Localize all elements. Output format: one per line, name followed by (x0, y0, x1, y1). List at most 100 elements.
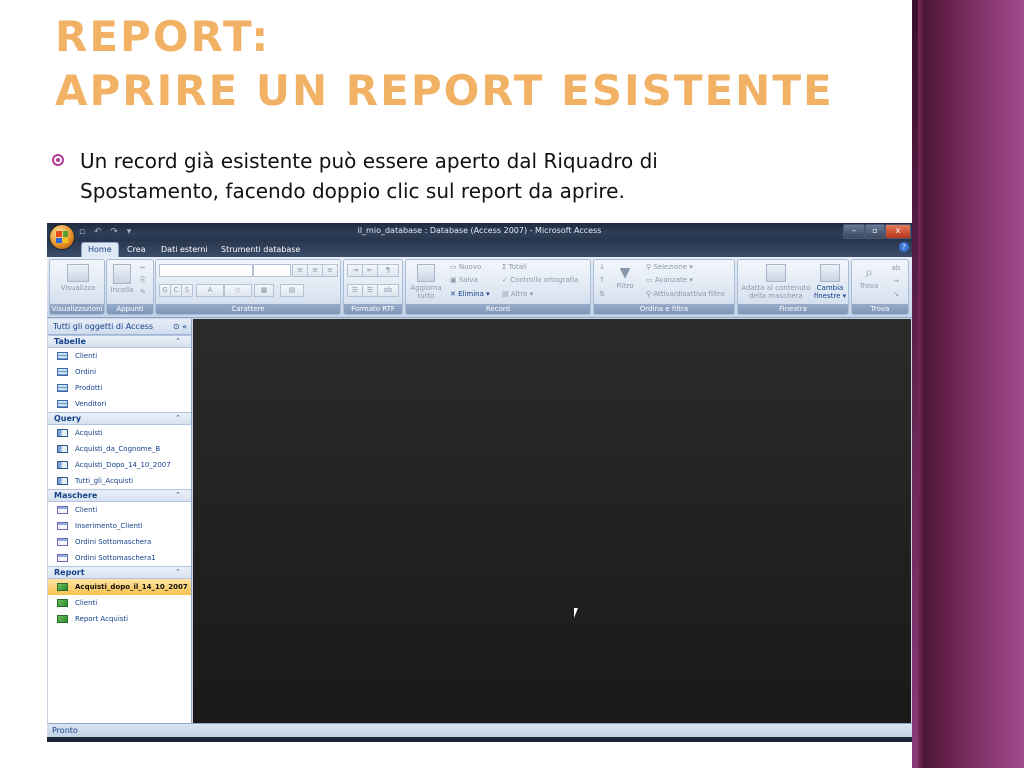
select-icon[interactable]: ↘ (888, 290, 904, 298)
controllo-ortografia-button[interactable]: ✓ Controllo ortografia (502, 276, 578, 284)
bullet-text: Un record già esistente può essere apert… (80, 146, 792, 206)
incolla-label: Incolla (110, 286, 134, 294)
nav-category-tabelle[interactable]: Tabelle ⌃ (48, 335, 191, 348)
document-workspace (193, 319, 911, 723)
align-center-icon[interactable]: ≡ (307, 264, 323, 277)
selezione-button[interactable]: ⚲ Selezione ▾ (646, 263, 693, 271)
tab-crea[interactable]: Crea (121, 243, 152, 257)
nav-item-query[interactable]: Tutti_gli_Acquisti (48, 473, 191, 489)
bullet-list-icon[interactable]: ☰ (362, 284, 378, 297)
align-right-icon[interactable]: ≡ (322, 264, 338, 277)
format-painter-icon[interactable]: ✎ (137, 288, 149, 296)
font-size-select[interactable] (253, 264, 291, 277)
quick-access-toolbar[interactable]: ▫ ↶ ↷ ▾ (79, 227, 134, 237)
incolla-button[interactable]: Incolla (109, 264, 135, 294)
collapse-chevron-icon: ⌃ (175, 568, 181, 576)
maximize-button[interactable]: ▫ (865, 224, 885, 239)
nav-item-query[interactable]: Acquisti_Dopo_14_10_2007 (48, 457, 191, 473)
highlight-icon[interactable]: ab (377, 284, 399, 297)
nav-item-table[interactable]: Clienti (48, 348, 191, 364)
nav-item-query[interactable]: Acquisti_da_Cognome_B (48, 441, 191, 457)
nav-item-label: Acquisti_dopo_il_14_10_2007 (75, 583, 188, 591)
sort-ascending-icon[interactable]: ↓ (597, 263, 607, 271)
underline-icon[interactable]: S (181, 284, 193, 297)
finestre-label: finestre (813, 292, 841, 300)
form-icon (57, 506, 68, 514)
cambia-finestre-button[interactable]: Cambia finestre ▾ (812, 264, 848, 300)
nav-pane-header[interactable]: Tutti gli oggetti di Access ⊙ « (48, 319, 191, 335)
nav-item-report[interactable]: Report Acquisti (48, 611, 191, 627)
replace-icon[interactable]: ab (888, 264, 904, 272)
nuovo-button[interactable]: ▭ Nuovo (450, 263, 481, 271)
query-icon (57, 477, 68, 485)
font-name-select[interactable] (159, 264, 253, 277)
nav-item-label: Clienti (75, 352, 98, 360)
office-button[interactable] (50, 225, 74, 249)
tab-home[interactable]: Home (81, 242, 119, 257)
cut-icon[interactable]: ✂ (137, 264, 149, 272)
clear-sort-icon[interactable]: ⇅ (597, 290, 607, 298)
nav-item-report[interactable]: Clienti (48, 595, 191, 611)
report-icon (57, 583, 68, 591)
nav-item-form[interactable]: Ordini Sottomaschera1 (48, 550, 191, 566)
category-label: Query (54, 414, 82, 423)
trova-button[interactable]: ⌕ Trova (854, 264, 884, 290)
della-maschera-label: della maschera (749, 292, 803, 300)
nav-pane-buttons: ⊙ « (173, 319, 187, 334)
nav-item-label: Inserimento_Clienti (75, 522, 143, 530)
visualizza-button[interactable]: Visualizza (58, 264, 98, 292)
nav-category-maschere[interactable]: Maschere ⌃ (48, 489, 191, 502)
indent-icon[interactable]: ⇥ (347, 264, 363, 277)
nav-item-table[interactable]: Venditori (48, 396, 191, 412)
numbered-list-icon[interactable]: ☰ (347, 284, 363, 297)
filter-icon: ▼ (619, 265, 631, 281)
font-color-icon[interactable]: A (196, 284, 224, 297)
paste-icon (113, 264, 131, 284)
nav-category-query[interactable]: Query ⌃ (48, 412, 191, 425)
alternate-fill-icon[interactable]: ▤ (280, 284, 304, 297)
collapse-pane-icon[interactable]: « (182, 322, 187, 331)
nav-item-label: Clienti (75, 599, 98, 607)
outdent-icon[interactable]: ⇤ (362, 264, 378, 277)
group-visualizzazioni: Visualizza Visualizzazioni (49, 259, 105, 315)
nav-item-form[interactable]: Clienti (48, 502, 191, 518)
decorative-side-band (912, 0, 1024, 768)
paragraph-icon[interactable]: ¶ (377, 264, 399, 277)
gridlines-icon[interactable]: ▦ (254, 284, 274, 297)
adatta-button[interactable]: Adatta al contenuto della maschera (740, 264, 812, 300)
attiva-filtro-button[interactable]: ⚲ Attiva/disattiva filtro (646, 290, 725, 298)
nav-dropdown-icon[interactable]: ⊙ (173, 322, 180, 331)
nav-item-form[interactable]: Inserimento_Clienti (48, 518, 191, 534)
altro-button[interactable]: ▤ Altro ▾ (502, 290, 533, 298)
tab-dati-esterni[interactable]: Dati esterni (155, 243, 214, 257)
totali-button[interactable]: Σ Totali (502, 263, 527, 271)
totali-label: Totali (508, 263, 527, 271)
group-formato-rtf: ⇥ ⇤ ¶ ☰ ☰ ab Formato RTF (343, 259, 403, 315)
nav-item-query[interactable]: Acquisti (48, 425, 191, 441)
filtro-label: Filtro (616, 282, 634, 290)
avanzate-button[interactable]: ▭ Avanzate ▾ (646, 276, 693, 284)
elimina-button[interactable]: ✕ Elimina ▾ (450, 290, 490, 298)
nav-item-report-selected[interactable]: Acquisti_dopo_il_14_10_2007 (48, 579, 191, 595)
slide-title: REPORT: APRIRE UN REPORT ESISTENTE (55, 10, 834, 118)
sort-descending-icon[interactable]: ↑ (597, 276, 607, 284)
query-icon (57, 461, 68, 469)
visualizza-label: Visualizza (60, 284, 96, 292)
aggiorna-tutto-button[interactable]: Aggiorna tutto (406, 264, 446, 300)
category-label: Report (54, 568, 85, 577)
align-left-icon[interactable]: ≡ (292, 264, 308, 277)
go-to-icon[interactable]: → (888, 277, 904, 285)
nav-item-table[interactable]: Prodotti (48, 380, 191, 396)
close-button[interactable]: x (885, 224, 911, 239)
nav-item-table[interactable]: Ordini (48, 364, 191, 380)
copy-icon[interactable]: ⎘ (137, 276, 149, 284)
group-label-ordina-filtra: Ordina e filtra (594, 304, 734, 314)
minimize-button[interactable]: – (843, 224, 865, 239)
nav-item-form[interactable]: Ordini Sottomaschera (48, 534, 191, 550)
tab-strumenti-database[interactable]: Strumenti database (215, 243, 306, 257)
salva-button[interactable]: ▣ Salva (450, 276, 478, 284)
fill-color-icon[interactable]: ◇ (224, 284, 252, 297)
nav-category-report[interactable]: Report ⌃ (48, 566, 191, 579)
help-icon[interactable]: ? (899, 242, 909, 252)
filtro-button[interactable]: ▼ Filtro (610, 264, 640, 290)
